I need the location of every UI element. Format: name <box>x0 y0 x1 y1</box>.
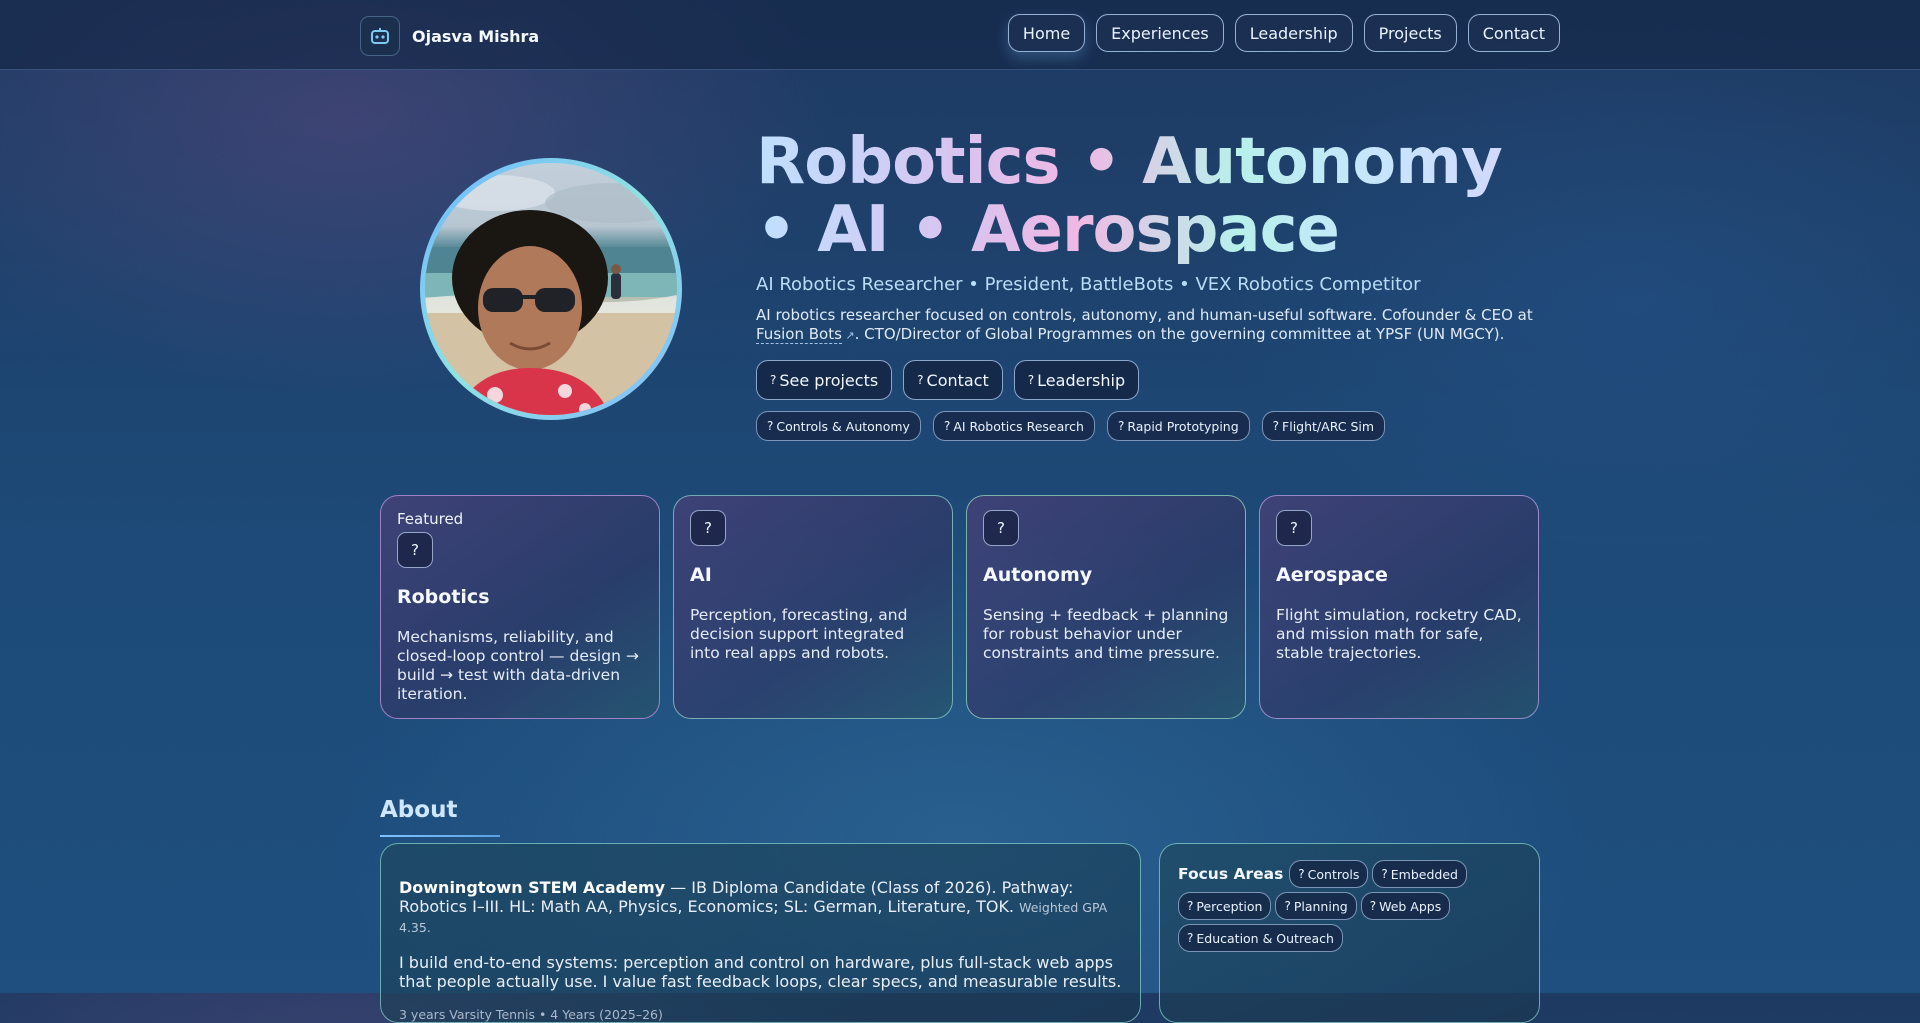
nav-home[interactable]: Home <box>1007 14 1086 52</box>
focus-chip-education-outreach: ? Education & Outreach <box>1178 924 1343 952</box>
brand-name: Ojasva Mishra <box>412 26 540 46</box>
focus-chip-controls: ? Controls <box>1289 860 1369 888</box>
card-ai[interactable]: ? AI Perception, forecasting, and decisi… <box>673 495 953 719</box>
card-title: AI <box>690 564 712 586</box>
chip-label: Education & Outreach <box>1196 930 1334 946</box>
main-nav: Home Experiences Leadership Projects Con… <box>1007 14 1560 52</box>
chip-icon: ? <box>1369 899 1377 913</box>
chip-label: Rapid Prototyping <box>1127 418 1239 434</box>
chip-icon: ? <box>1187 931 1194 945</box>
chip-icon: ? <box>1117 419 1125 433</box>
feature-cards: Featured ? Robotics Mechanisms, reliabil… <box>380 495 1539 719</box>
aerospace-icon: ? <box>1276 510 1312 546</box>
chip-label: Perception <box>1196 898 1263 914</box>
card-title: Aerospace <box>1276 564 1388 586</box>
fusion-bots-link[interactable]: Fusion Bots <box>756 325 842 344</box>
about-heading: About <box>380 797 458 823</box>
about-underline <box>380 835 500 837</box>
hero-actions: ? See projects ? Contact ? Leadership <box>756 360 1140 400</box>
nav-leadership[interactable]: Leadership <box>1234 14 1353 52</box>
brand[interactable]: Ojasva Mishra <box>360 16 539 56</box>
chip-icon: ? <box>1272 419 1280 433</box>
school-name: Downingtown STEM Academy <box>399 878 666 897</box>
contact-label: Contact <box>926 370 989 390</box>
contact-icon: ? <box>917 373 924 387</box>
focus-chip-perception: ? Perception <box>1178 892 1272 920</box>
autonomy-icon: ? <box>983 510 1019 546</box>
chip-icon: ? <box>1187 899 1194 913</box>
chip-flight-arc-sim: ? Flight/ARC Sim <box>1261 411 1386 441</box>
card-title: Autonomy <box>983 564 1093 586</box>
profile-photo <box>425 163 677 415</box>
focus-chip-embedded: ? Embedded <box>1372 860 1467 888</box>
hero-title: Robotics • Autonomy • AI • Aerospace <box>756 128 1556 264</box>
hero-desc-part2: . CTO/Director of Global Programmes on t… <box>854 325 1505 343</box>
robot-icon <box>360 16 400 56</box>
card-autonomy[interactable]: ? Autonomy Sensing + feedback + planning… <box>966 495 1246 719</box>
chip-icon: ? <box>943 419 951 433</box>
see-projects-button[interactable]: ? See projects <box>756 360 893 400</box>
nav-contact[interactable]: Contact <box>1467 14 1560 52</box>
featured-label: Featured <box>397 510 464 528</box>
profile-photo-ring <box>420 158 682 420</box>
chip-rapid-prototyping: ? Rapid Prototyping <box>1106 411 1250 441</box>
ai-icon: ? <box>690 510 726 546</box>
chip-label: Controls <box>1307 866 1360 882</box>
chip-label: Planning <box>1293 898 1348 914</box>
chip-icon: ? <box>767 419 774 433</box>
chip-icon: ? <box>1381 867 1388 881</box>
chip-label: Controls & Autonomy <box>776 418 910 434</box>
about-extra: 3 years Varsity Tennis • 4 Years (2025–2… <box>399 1007 663 1022</box>
card-text: Flight simulation, rocketry CAD, and mis… <box>1276 606 1522 662</box>
chip-ai-robotics-research: ? AI Robotics Research <box>932 411 1095 441</box>
hero-description: AI robotics researcher focused on contro… <box>756 306 1536 345</box>
leadership-icon: ? <box>1027 373 1035 387</box>
card-text: Sensing + feedback + planning for robust… <box>983 606 1229 662</box>
see-projects-label: See projects <box>779 370 879 390</box>
leadership-label: Leadership <box>1037 370 1126 390</box>
leadership-button[interactable]: ? Leadership <box>1013 360 1140 400</box>
chip-label: AI Robotics Research <box>953 418 1084 434</box>
focus-areas-card: Focus Areas ? Controls ? Embedded ? Percept… <box>1159 843 1540 1023</box>
external-link-icon: ↗ <box>841 329 855 342</box>
card-text: Perception, forecasting, and decision su… <box>690 606 908 662</box>
card-aerospace[interactable]: ? Aerospace Flight simulation, rocketry … <box>1259 495 1539 719</box>
card-robotics[interactable]: Featured ? Robotics Mechanisms, reliabil… <box>380 495 660 719</box>
focus-chip-web-apps: ? Web Apps <box>1360 892 1451 920</box>
hero-subtitle: AI Robotics Researcher • President, Batt… <box>756 274 1421 295</box>
projects-icon: ? <box>770 373 777 387</box>
focus-title: Focus Areas <box>1178 865 1284 883</box>
about-summary: I build end-to-end systems: perception a… <box>399 953 1122 991</box>
focus-areas: Focus Areas ? Controls ? Embedded ? Percept… <box>1178 860 1478 952</box>
about-education: Downingtown STEM Academy — IB Diploma Ca… <box>399 878 1122 937</box>
chip-icon: ? <box>1298 867 1305 881</box>
contact-button[interactable]: ? Contact <box>903 360 1003 400</box>
robotics-icon: ? <box>397 532 433 568</box>
nav-experiences[interactable]: Experiences <box>1096 14 1224 52</box>
nav-projects[interactable]: Projects <box>1363 14 1457 52</box>
top-navbar: Ojasva Mishra Home Experiences Leadershi… <box>0 0 1920 70</box>
chip-label: Embedded <box>1390 866 1458 882</box>
chip-label: Web Apps <box>1379 898 1442 914</box>
card-title: Robotics <box>397 586 490 608</box>
card-text: Mechanisms, reliability, and closed-loop… <box>397 628 639 703</box>
focus-chip-planning: ? Planning <box>1275 892 1357 920</box>
chip-label: Flight/ARC Sim <box>1282 418 1375 434</box>
chip-controls-autonomy: ? Controls & Autonomy <box>756 411 921 441</box>
hero-skill-chips: ? Controls & Autonomy ? AI Robotics Resear… <box>756 411 1386 441</box>
about-card: Downingtown STEM Academy — IB Diploma Ca… <box>380 843 1141 1023</box>
chip-icon: ? <box>1284 899 1291 913</box>
hero-desc-part1: AI robotics researcher focused on contro… <box>756 306 1533 324</box>
